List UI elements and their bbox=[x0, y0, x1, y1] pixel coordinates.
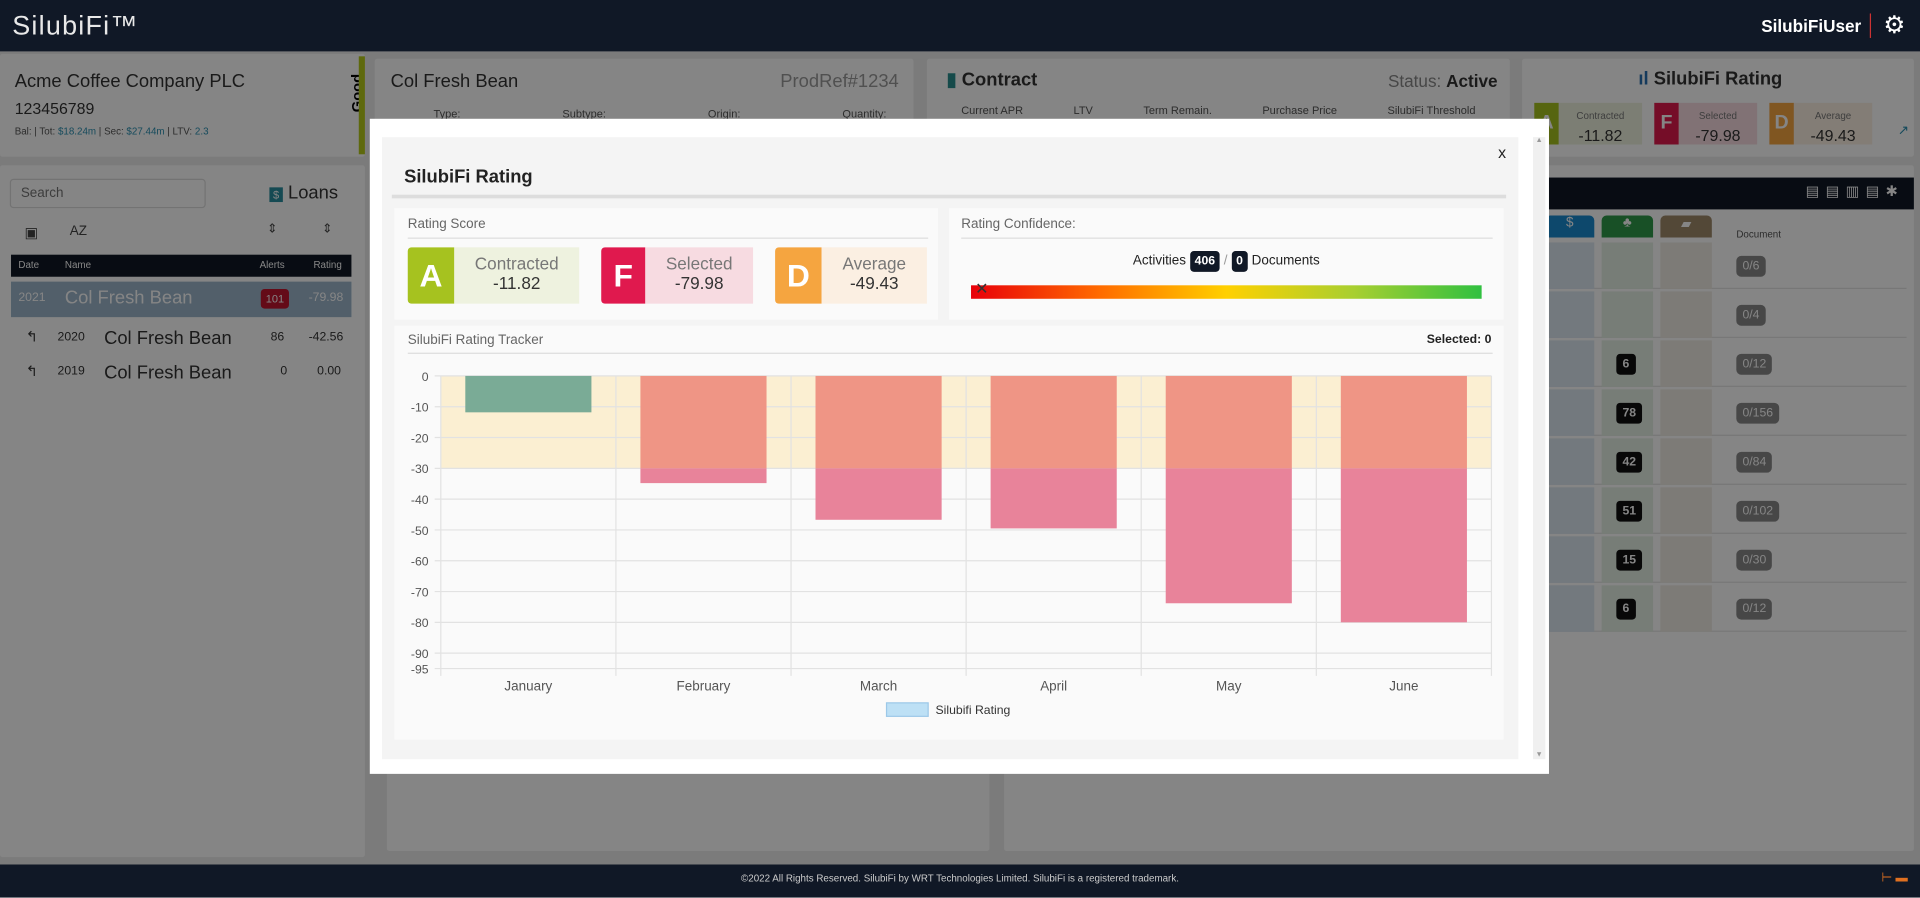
rating-tracker: SilubiFi Rating Tracker Selected: 0 0 -10… bbox=[394, 325, 1504, 740]
legend-label: Silubifi Rating bbox=[936, 703, 1011, 717]
bar bbox=[465, 375, 592, 413]
x-tick-label: May bbox=[1216, 679, 1242, 694]
rating-chart: 0 -10 -20 -30 -40 -50 -60 -70 -80 -90-95 January Fe… bbox=[411, 370, 1493, 717]
legend-swatch bbox=[885, 702, 929, 717]
bar bbox=[990, 375, 1117, 469]
top-bar: SilubiFi™ SilubiFiUser ⚙ bbox=[0, 0, 1920, 52]
grade-list: A Contracted -11.82 F Selected -79.98 D Avera… bbox=[407, 247, 927, 304]
confidence-marker-icon: ✕ bbox=[975, 279, 989, 298]
gear-icon[interactable]: ⚙ bbox=[1883, 10, 1905, 41]
y-tick-label: -20 bbox=[411, 431, 429, 445]
grade-average: D Average -49.43 bbox=[775, 247, 927, 304]
y-tick-label: -40 bbox=[411, 493, 429, 507]
bar bbox=[1165, 375, 1292, 469]
grade-contracted: A Contracted -11.82 bbox=[407, 247, 580, 304]
scrollbar[interactable]: ▲ ▼ bbox=[1533, 137, 1546, 760]
divider bbox=[391, 194, 1507, 199]
confidence-title: Rating Confidence: bbox=[961, 216, 1076, 232]
rating-modal: x SilubiFi Rating Rating Score A Contract… bbox=[369, 118, 1549, 774]
bar bbox=[1165, 468, 1292, 604]
rating-score-box: Rating Score A Contracted -11.82 F Selected… bbox=[394, 208, 938, 320]
bar bbox=[1340, 468, 1467, 623]
footer: ©2022 All Rights Reserved. SilubiFi by W… bbox=[0, 864, 1920, 898]
bar bbox=[990, 468, 1117, 529]
rating-confidence-box: Rating Confidence: Activities 406 / 0 Do… bbox=[948, 208, 1504, 320]
y-tick-label: -80 bbox=[411, 616, 429, 630]
modal-content: x SilubiFi Rating Rating Score A Contract… bbox=[382, 137, 1519, 760]
x-tick-label: March bbox=[860, 679, 897, 694]
x-tick-label: June bbox=[1389, 679, 1418, 694]
close-button[interactable]: x bbox=[1498, 143, 1506, 161]
y-tick-label: 0 bbox=[422, 370, 429, 384]
y-tick-label: -10 bbox=[411, 401, 429, 415]
y-tick-label: -60 bbox=[411, 555, 429, 569]
rating-score-title: Rating Score bbox=[407, 216, 486, 232]
grade-selected: F Selected -79.98 bbox=[601, 247, 754, 304]
y-tick-label: -50 bbox=[411, 524, 429, 538]
y-tick-label: -90 bbox=[411, 647, 429, 661]
bar bbox=[1340, 375, 1467, 469]
logo: SilubiFi™ bbox=[12, 9, 139, 41]
confidence-bar bbox=[971, 285, 1482, 299]
x-tick-label: January bbox=[504, 679, 552, 694]
bar bbox=[640, 468, 767, 484]
activity-counts: Activities 406 / 0 Documents bbox=[949, 251, 1504, 272]
x-tick-label: February bbox=[677, 679, 731, 694]
divider bbox=[1869, 13, 1872, 38]
y-tick-label: -30 bbox=[411, 462, 429, 476]
x-tick-label: April bbox=[1040, 679, 1067, 694]
y-tick-label: -70 bbox=[411, 585, 429, 599]
y-tick-label: -95 bbox=[411, 662, 429, 676]
user-menu[interactable]: SilubiFiUser bbox=[1761, 16, 1861, 36]
bar bbox=[640, 375, 767, 469]
modal-title: SilubiFi Rating bbox=[404, 166, 533, 188]
bar bbox=[815, 468, 942, 520]
bar bbox=[815, 375, 942, 469]
footer-icons[interactable]: ⊢ ▬ bbox=[1881, 864, 1907, 893]
